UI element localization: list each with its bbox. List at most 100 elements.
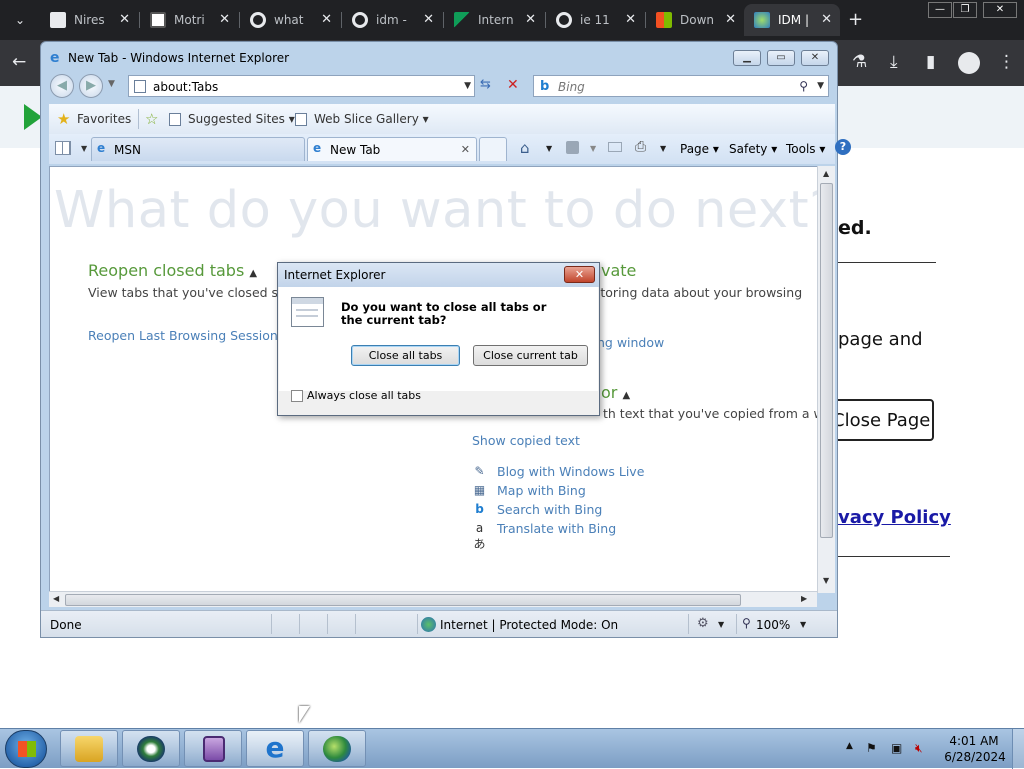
mail-icon[interactable] — [608, 142, 622, 152]
favorites-button[interactable]: Favorites — [77, 112, 131, 126]
quick-tabs-icon[interactable] — [55, 141, 71, 155]
close-tab-icon[interactable]: ✕ — [461, 143, 470, 156]
chrome-tab-active[interactable]: IDM | ✕ — [744, 4, 840, 36]
reopen-closed-tabs-heading[interactable]: Reopen closed tabs ▲ — [88, 261, 257, 280]
horizontal-scrollbar[interactable]: ◀ ▶ — [49, 591, 817, 607]
show-desktop-button[interactable] — [1012, 729, 1024, 769]
scroll-right-icon[interactable]: ▶ — [801, 594, 807, 603]
chrome-tab[interactable]: Down ✕ — [646, 4, 744, 36]
minimize-button[interactable]: — — [928, 2, 952, 18]
behind-close-page-button[interactable]: Close Page — [826, 399, 934, 441]
ie-tab-new-tab[interactable]: e New Tab ✕ — [307, 137, 477, 161]
address-dropdown-icon[interactable]: ▼ — [464, 81, 471, 91]
home-icon[interactable]: ⌂ — [520, 139, 530, 157]
ie-close-button[interactable]: ✕ — [801, 50, 829, 66]
page-menu[interactable]: Page ▾ — [680, 142, 719, 156]
profile-avatar[interactable] — [958, 52, 980, 74]
scroll-down-icon[interactable]: ▼ — [823, 576, 829, 585]
scroll-up-icon[interactable]: ▲ — [823, 169, 829, 178]
zone-dropdown-icon[interactable]: ▼ — [718, 620, 724, 629]
always-close-checkbox[interactable] — [291, 389, 303, 402]
action-center-flag-icon[interactable]: ⚑ — [866, 741, 877, 755]
address-input[interactable]: about:Tabs — [153, 80, 218, 94]
clock-time[interactable]: 4:01 AM — [948, 734, 1000, 748]
chrome-tab[interactable]: ie 11 ✕ — [546, 4, 644, 36]
compat-view-icon[interactable]: ⇆ — [480, 77, 491, 92]
chrome-tab[interactable]: what ✕ — [240, 4, 340, 36]
feeds-dropdown-icon[interactable]: ▼ — [590, 144, 596, 153]
chrome-tab[interactable]: Nires ✕ — [40, 4, 138, 36]
dialog-close-button[interactable]: ✕ — [564, 266, 595, 283]
close-tab-icon[interactable]: ✕ — [525, 12, 536, 27]
tools-menu[interactable]: Tools ▾ — [786, 142, 825, 156]
back-button[interactable]: ◀ — [50, 74, 74, 98]
chrome-tab[interactable]: Motri ✕ — [140, 4, 238, 36]
search-input[interactable]: Bing — [558, 80, 585, 94]
close-tab-icon[interactable]: ✕ — [119, 12, 130, 27]
ie-tab-msn[interactable]: e MSN — [91, 137, 305, 161]
stop-icon[interactable]: ✕ — [507, 77, 519, 93]
scroll-left-icon[interactable]: ◀ — [53, 594, 59, 603]
feeds-icon[interactable] — [566, 141, 579, 154]
close-tab-icon[interactable]: ✕ — [725, 12, 736, 27]
taskbar-internet-explorer[interactable]: e — [246, 730, 304, 767]
forward-button[interactable]: ▶ — [79, 74, 103, 98]
close-tab-icon[interactable]: ✕ — [423, 12, 434, 27]
reopen-last-session-link[interactable]: Reopen Last Browsing Session — [88, 328, 278, 343]
safety-menu[interactable]: Safety ▾ — [729, 142, 777, 156]
close-current-tab-button[interactable]: Close current tab — [473, 345, 588, 366]
suggested-sites-link[interactable]: Suggested Sites ▾ — [188, 112, 295, 126]
add-favorite-icon[interactable]: ☆ — [145, 110, 158, 128]
chrome-tab[interactable]: idm - ✕ — [342, 4, 442, 36]
labs-flask-icon[interactable]: ⚗ — [852, 52, 867, 72]
start-button[interactable] — [5, 730, 47, 768]
restore-button[interactable]: ❐ — [953, 2, 977, 18]
close-tab-icon[interactable]: ✕ — [821, 12, 832, 27]
close-tab-icon[interactable]: ✕ — [625, 12, 636, 27]
print-dropdown-icon[interactable]: ▼ — [660, 144, 666, 153]
taskbar-media-center[interactable] — [122, 730, 180, 767]
taskbar-explorer[interactable] — [60, 730, 118, 767]
ie-minimize-button[interactable]: ▁ — [733, 50, 761, 66]
pop-up-blocker-icon[interactable]: ⚙ — [697, 616, 709, 631]
clock-date[interactable]: 6/28/2024 — [942, 750, 1008, 764]
address-bar[interactable]: about:Tabs ▼ — [128, 75, 475, 97]
tab-list-dropdown-icon[interactable]: ▼ — [81, 144, 87, 153]
ie-maximize-button[interactable]: ▭ — [767, 50, 795, 66]
more-menu-icon[interactable]: ⋮ — [998, 52, 1015, 72]
side-panel-icon[interactable]: ▮ — [926, 52, 935, 72]
accelerator-heading[interactable]: or ▲ — [601, 383, 630, 402]
accelerator-link[interactable]: Translate with Bing — [497, 521, 616, 536]
chrome-tab[interactable]: Intern ✕ — [444, 4, 544, 36]
accelerator-link[interactable]: Blog with Windows Live — [497, 464, 644, 479]
history-dropdown-icon[interactable]: ▼ — [108, 79, 115, 89]
print-icon[interactable]: ⎙ — [635, 139, 646, 155]
taskbar-idm[interactable] — [308, 730, 366, 767]
download-icon[interactable]: ⤓ — [890, 52, 898, 72]
network-icon[interactable]: ▣ — [891, 741, 902, 755]
show-hidden-icons[interactable]: ▲ — [846, 741, 853, 751]
new-tab-button[interactable] — [479, 137, 507, 161]
vertical-scrollbar[interactable]: ▲ ▼ — [817, 166, 835, 593]
tab-search-button[interactable]: ⌄ — [8, 8, 32, 32]
zoom-level[interactable]: 100% — [756, 618, 790, 632]
accelerator-link[interactable]: Search with Bing — [497, 502, 602, 517]
home-dropdown-icon[interactable]: ▼ — [546, 144, 552, 153]
help-icon[interactable]: ? — [835, 139, 851, 155]
inprivate-heading[interactable]: vate — [601, 261, 636, 280]
zoom-dropdown-icon[interactable]: ▼ — [800, 620, 806, 629]
behind-privacy-link[interactable]: vacy Policy — [838, 507, 951, 528]
scroll-thumb[interactable] — [820, 183, 833, 538]
close-tab-icon[interactable]: ✕ — [219, 12, 230, 27]
scroll-thumb[interactable] — [65, 594, 741, 606]
taskbar-purple-app[interactable] — [184, 730, 242, 767]
accelerator-link[interactable]: Map with Bing — [497, 483, 586, 498]
search-icon[interactable]: ⚲ — [799, 79, 808, 93]
close-all-tabs-button[interactable]: Close all tabs — [351, 345, 460, 366]
volume-muted-icon[interactable]: 🔇︎ — [915, 741, 923, 756]
search-box[interactable]: b Bing ⚲ ▼ — [533, 75, 829, 97]
web-slice-gallery-link[interactable]: Web Slice Gallery ▾ — [314, 112, 429, 126]
always-close-checkbox-row[interactable]: Always close all tabs — [291, 389, 421, 402]
back-arrow-icon[interactable]: ← — [12, 52, 26, 72]
new-tab-button[interactable]: + — [848, 9, 863, 30]
